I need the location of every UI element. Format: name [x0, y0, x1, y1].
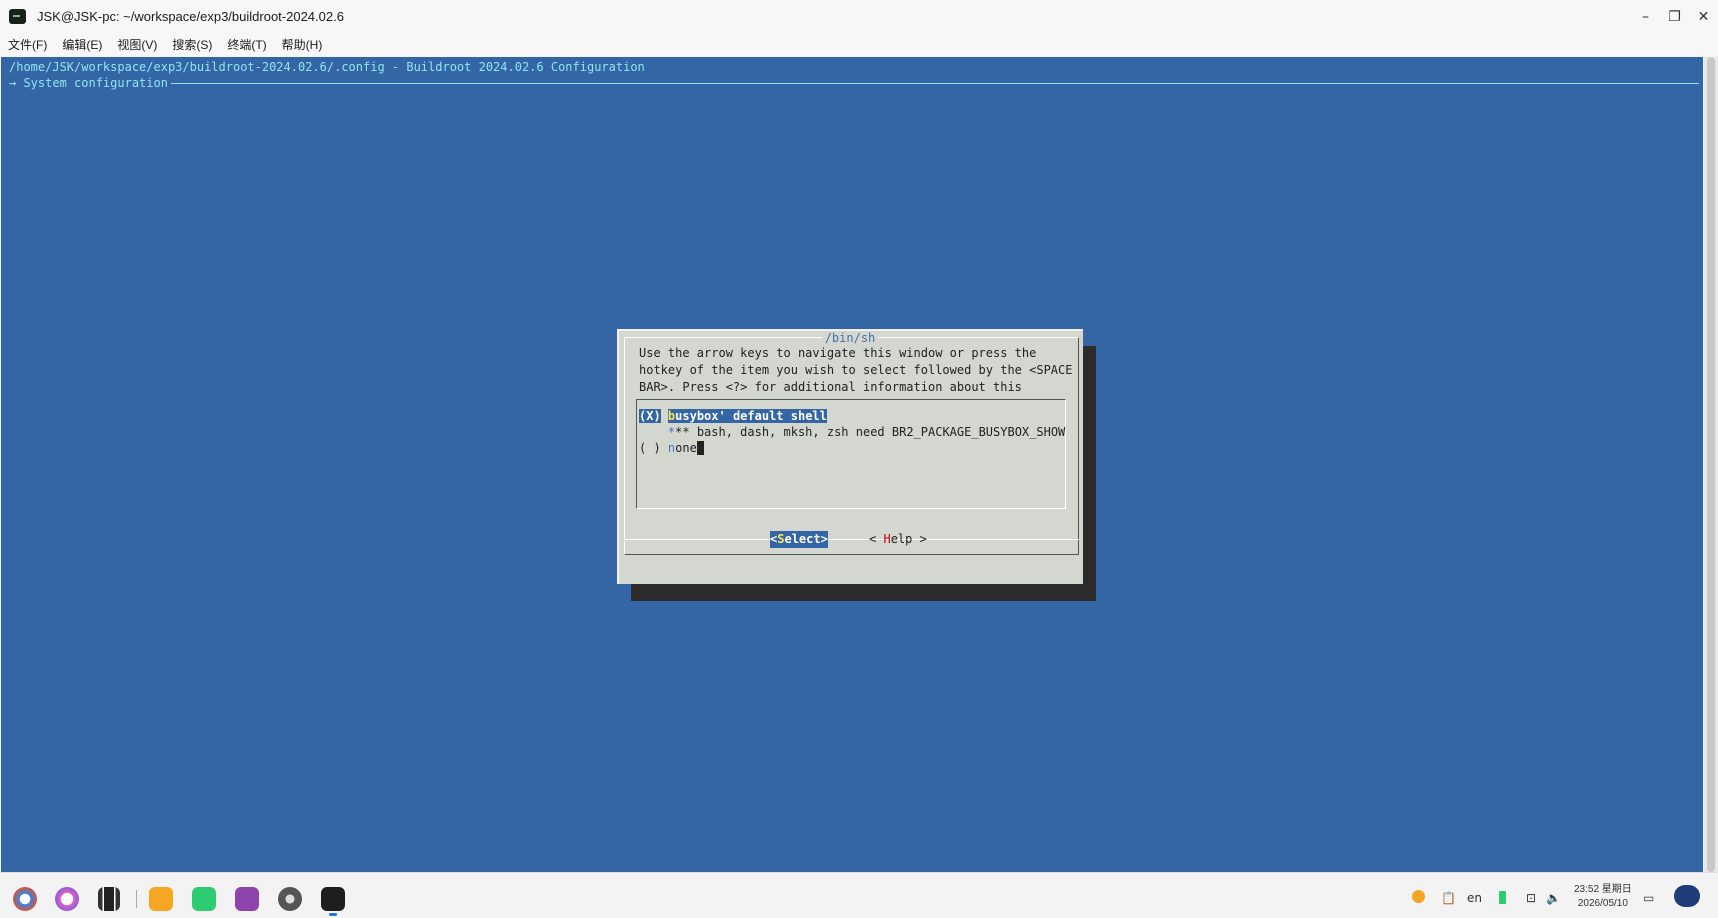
menu-help[interactable]: 帮助(H)	[282, 36, 323, 53]
menu-file[interactable]: 文件(F)	[8, 36, 47, 53]
help-line: hotkey of the item you wish to select fo…	[639, 363, 1073, 377]
multitask-icon[interactable]	[98, 887, 120, 911]
radio-marker: ( )	[639, 441, 661, 455]
title-bar: JSK@JSK-pc: ~/workspace/exp3/buildroot-2…	[0, 0, 1718, 33]
shell-dialog: /bin/sh Use the arrow keys to navigate t…	[617, 329, 1083, 584]
notification-icon[interactable]: ▭	[1643, 891, 1654, 905]
option-label: busybox' default shell	[667, 409, 827, 423]
option-busybox[interactable]: (X) busybox' default shell	[639, 408, 827, 425]
active-app-indicator	[329, 913, 337, 916]
menu-view[interactable]: 视图(V)	[117, 36, 157, 53]
close-button[interactable]: ✕	[1689, 0, 1718, 33]
terminal-scrollbar[interactable]	[1704, 57, 1718, 872]
network-icon[interactable]: ⊡	[1526, 891, 1536, 905]
restore-button[interactable]: ❐	[1660, 0, 1689, 33]
clock-time: 23:52 星期日	[1574, 884, 1632, 895]
app-store-icon[interactable]	[192, 887, 216, 911]
options-list: (X) busybox' default shell *** bash, das…	[636, 399, 1066, 509]
option-comment: *** bash, dash, mksh, zsh need BR2_PACKA…	[639, 424, 1065, 441]
dialog-help-text: Use the arrow keys to navigate this wind…	[639, 345, 1072, 396]
dialog-separator	[624, 539, 1079, 540]
select-button[interactable]: <Select>	[770, 531, 828, 548]
settings-icon[interactable]	[278, 887, 302, 911]
breadcrumb: → System configuration	[9, 76, 168, 90]
menu-terminal[interactable]: 终端(T)	[227, 36, 266, 53]
assistant-icon[interactable]	[1674, 885, 1700, 907]
help-label: elp >	[890, 532, 927, 546]
input-language[interactable]: en	[1467, 891, 1482, 905]
help-line: BAR>. Press <?> for additional informati…	[639, 380, 1022, 394]
taskbar-separator	[136, 890, 137, 908]
radio-marker: (X)	[639, 409, 661, 423]
window-controls: – ❐ ✕	[1631, 0, 1718, 33]
file-manager-icon[interactable]	[149, 887, 173, 911]
select-label: elect>	[784, 532, 828, 546]
clock-date: 2026/05/10	[1577, 898, 1628, 909]
battery-icon[interactable]	[1499, 891, 1506, 904]
dialog-title-text: /bin/sh	[821, 331, 879, 345]
option-none[interactable]: ( ) none	[639, 440, 704, 457]
camera-icon[interactable]	[235, 887, 259, 911]
terminal-app-icon	[9, 9, 26, 24]
scrollbar-thumb[interactable]	[1707, 57, 1715, 872]
launcher-icon[interactable]	[13, 887, 37, 911]
option-text: one	[675, 441, 697, 455]
menu-edit[interactable]: 编辑(E)	[62, 36, 102, 53]
terminal-taskbar-icon[interactable]	[321, 887, 345, 911]
volume-icon[interactable]: 🔈	[1546, 891, 1561, 905]
clock[interactable]: 23:52 星期日 2026/05/10	[1574, 883, 1632, 911]
help-hotkey: H	[883, 532, 891, 546]
terminal-area[interactable]: /home/JSK/workspace/exp3/buildroot-2024.…	[1, 57, 1703, 872]
clipboard-icon[interactable]: 📋	[1441, 891, 1456, 905]
terminal-cursor	[696, 441, 704, 455]
taskbar: 📋 en ⊡ 🔈 23:52 星期日 2026/05/10 ▭	[0, 872, 1718, 918]
header-rule	[171, 83, 1699, 84]
comment-text: ** bash, dash, mksh, zsh need BR2_PACKAG…	[675, 425, 1066, 439]
status-dot-icon[interactable]	[1412, 890, 1425, 903]
minimize-button[interactable]: –	[1631, 0, 1660, 33]
option-text: usybox' default shell	[675, 409, 827, 423]
help-button[interactable]: < Help >	[869, 531, 927, 548]
help-bracket: <	[869, 532, 884, 546]
menu-bar: 文件(F) 编辑(E) 视图(V) 搜索(S) 终端(T) 帮助(H)	[0, 33, 1718, 56]
window-title: JSK@JSK-pc: ~/workspace/exp3/buildroot-2…	[37, 9, 344, 24]
menu-search[interactable]: 搜索(S)	[172, 36, 212, 53]
search-icon[interactable]	[55, 887, 79, 911]
help-line: Use the arrow keys to navigate this wind…	[639, 346, 1037, 360]
config-path-header: /home/JSK/workspace/exp3/buildroot-2024.…	[9, 60, 645, 74]
